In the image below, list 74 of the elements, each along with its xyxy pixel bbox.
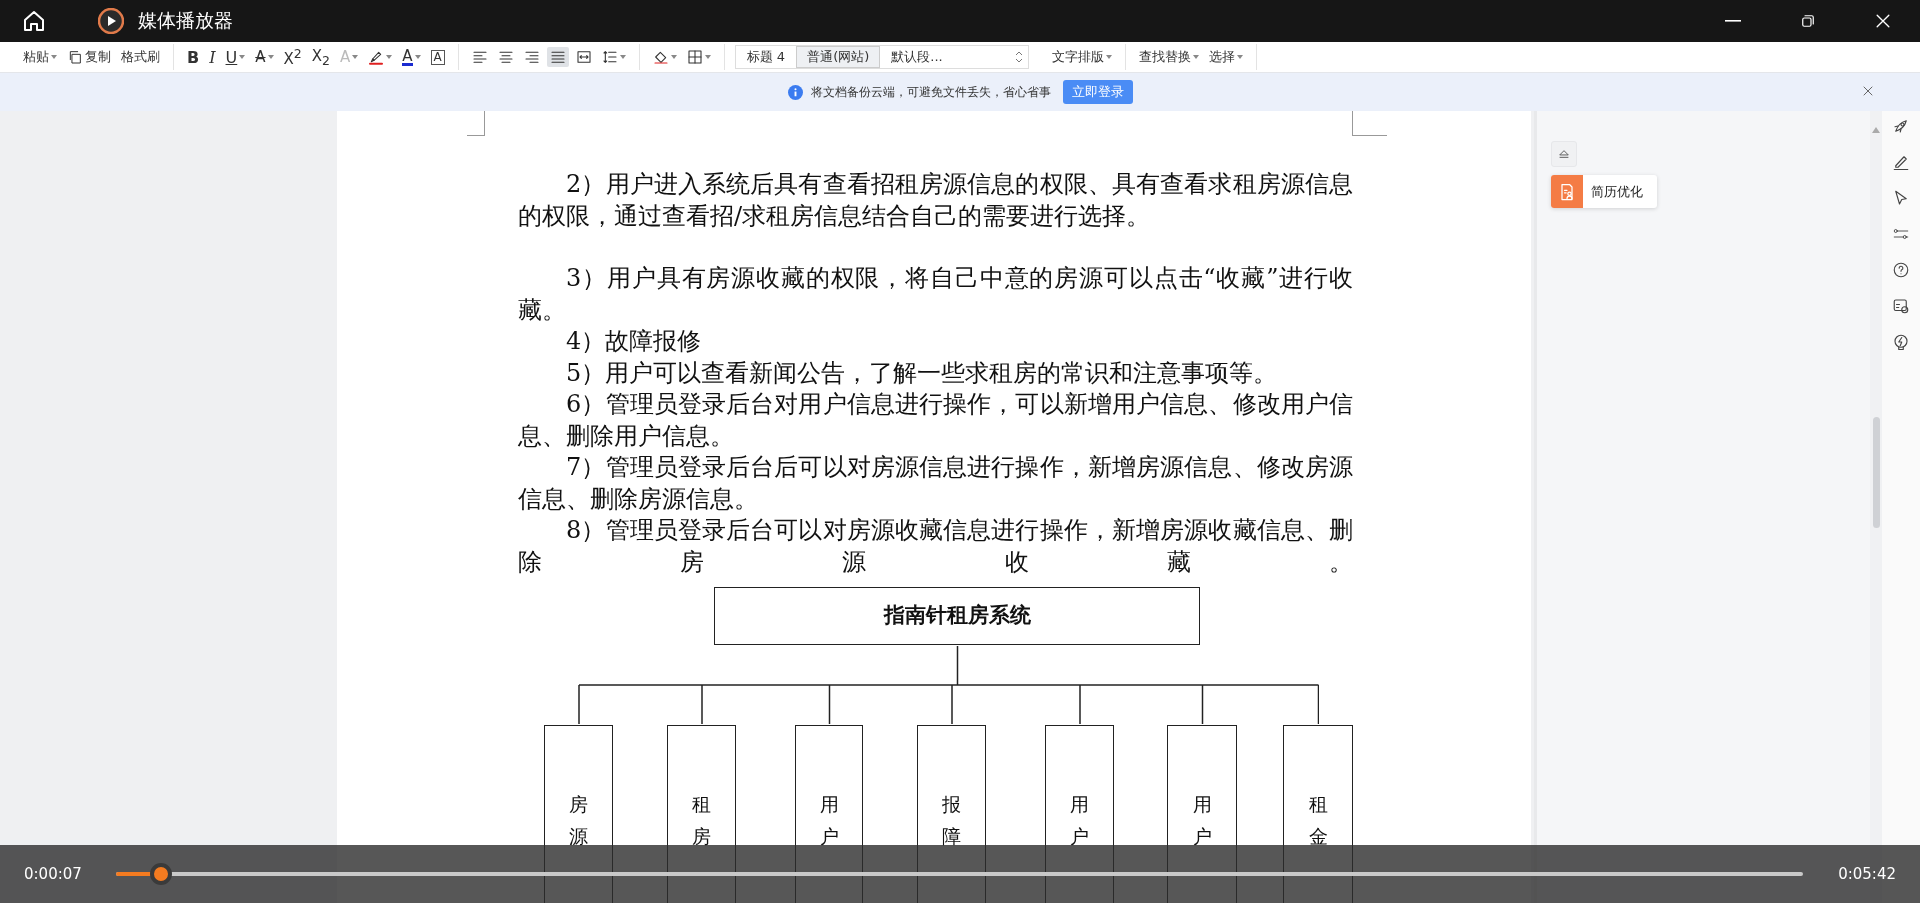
copy-icon xyxy=(67,49,83,65)
caret-icon xyxy=(704,55,711,59)
info-icon xyxy=(787,84,803,100)
help-button[interactable] xyxy=(1892,261,1910,279)
caret-icon xyxy=(352,55,359,59)
paragraph: 6）管理员登录后台对用户信息进行操作，可以新增用户信息、修改用户信息、删除用户信息。 xyxy=(518,389,1353,452)
chart-node: 指南针租房系统 xyxy=(714,587,1200,645)
paint-bucket-icon xyxy=(652,49,669,65)
bold-button[interactable]: B xyxy=(184,45,203,69)
justify-button[interactable] xyxy=(546,47,569,67)
seek-thumb[interactable] xyxy=(149,863,172,885)
align-center-icon xyxy=(497,49,514,65)
toolbar-button[interactable]: 查找替换 xyxy=(1135,46,1202,68)
caret-icon xyxy=(670,55,677,59)
home-icon xyxy=(22,9,46,33)
player-logo-icon xyxy=(98,8,124,34)
caret-icon xyxy=(1105,55,1112,59)
borders-icon xyxy=(686,49,703,65)
elapsed-time: 0:00:07 xyxy=(23,865,83,883)
style-option[interactable]: 标题 4 xyxy=(735,46,797,68)
corner-mark xyxy=(467,111,485,136)
toolbar-button[interactable]: 文字排版 xyxy=(1048,46,1115,68)
pointer-button[interactable] xyxy=(1892,189,1910,207)
lightning-button[interactable] xyxy=(1892,333,1910,351)
rocket-icon xyxy=(1892,117,1910,135)
toolbar-button[interactable]: 粘贴 xyxy=(20,46,60,68)
pen-icon xyxy=(1892,153,1910,171)
align-left-icon xyxy=(471,49,488,65)
scroll-arrows-icon xyxy=(1013,50,1024,64)
toolbar-button[interactable]: 选择 xyxy=(1205,46,1246,68)
style-option[interactable]: 普通(网站) xyxy=(796,46,881,68)
script-button[interactable]: X$_{2}$ xyxy=(308,44,333,70)
home-button[interactable] xyxy=(22,9,46,33)
lightning-icon xyxy=(1892,333,1910,351)
caret-icon xyxy=(1192,55,1199,59)
caret-icon xyxy=(619,55,626,59)
caret-icon xyxy=(239,55,246,59)
paragraph: 5）用户可以查看新闻公告，了解一些求租房的常识和注意事项等。 xyxy=(565,357,1279,389)
toolbar-button[interactable]: 格式刷 xyxy=(118,46,163,68)
pen-button[interactable] xyxy=(1892,153,1910,171)
italic-button[interactable]: I xyxy=(206,45,219,69)
minimize-icon xyxy=(1724,20,1741,22)
style-option[interactable]: 默认段... xyxy=(880,46,954,68)
caret-icon xyxy=(414,55,421,59)
cursor-icon xyxy=(1892,189,1910,207)
paragraph: 3）用户具有房源收藏的权限，将自己中意的房源可以点击“收藏”进行收藏。 xyxy=(518,263,1353,326)
help-icon xyxy=(1892,261,1910,279)
caret-icon xyxy=(1236,55,1243,59)
scroll-up-icon xyxy=(1872,127,1880,133)
line-spacing-icon xyxy=(601,49,618,65)
font-color-button[interactable]: A xyxy=(399,46,424,68)
collapse-button[interactable] xyxy=(1551,141,1577,167)
caret-icon xyxy=(267,55,274,59)
paragraph: 8）管理员登录后台可以对房源收藏信息进行操作，新增房源收藏信息、删除房源收藏。 xyxy=(518,515,1353,578)
toolbar-button[interactable]: 复制 xyxy=(64,46,114,68)
highlighter-icon xyxy=(368,49,385,65)
script-button[interactable]: X$^{2}$ xyxy=(280,44,305,70)
strikethrough-button[interactable]: A xyxy=(252,46,277,68)
paragraph: 4）故障报修 xyxy=(565,326,703,357)
corner-mark xyxy=(1352,111,1387,136)
justify-icon xyxy=(549,49,566,65)
rocket-button[interactable] xyxy=(1892,117,1910,135)
side-card-button[interactable]: 简历优化 xyxy=(1551,175,1657,208)
window-title: 媒体播放器 xyxy=(138,8,233,33)
align-right-icon xyxy=(523,49,540,65)
distribute-icon xyxy=(575,49,592,65)
paragraph: 7）管理员登录后台后可以对房源信息进行操作，新增房源信息、修改房源信息、删除房源信息。 xyxy=(518,452,1353,515)
total-time: 0:05:42 xyxy=(1838,865,1896,883)
caret-icon xyxy=(386,55,393,59)
caret-icon xyxy=(51,55,57,59)
paragraph: 2）用户进入系统后具有查看招租房源信息的权限、具有查看求租房源信息的权限，通过查看招/求租房信息结合自己的需要进行选择。 xyxy=(518,169,1353,232)
underline-button[interactable]: U xyxy=(222,45,249,69)
banner-message: 将文档备份云端，可避免文件丢失，省心省事 xyxy=(810,83,1051,101)
scrollbar-thumb[interactable] xyxy=(1873,417,1880,528)
